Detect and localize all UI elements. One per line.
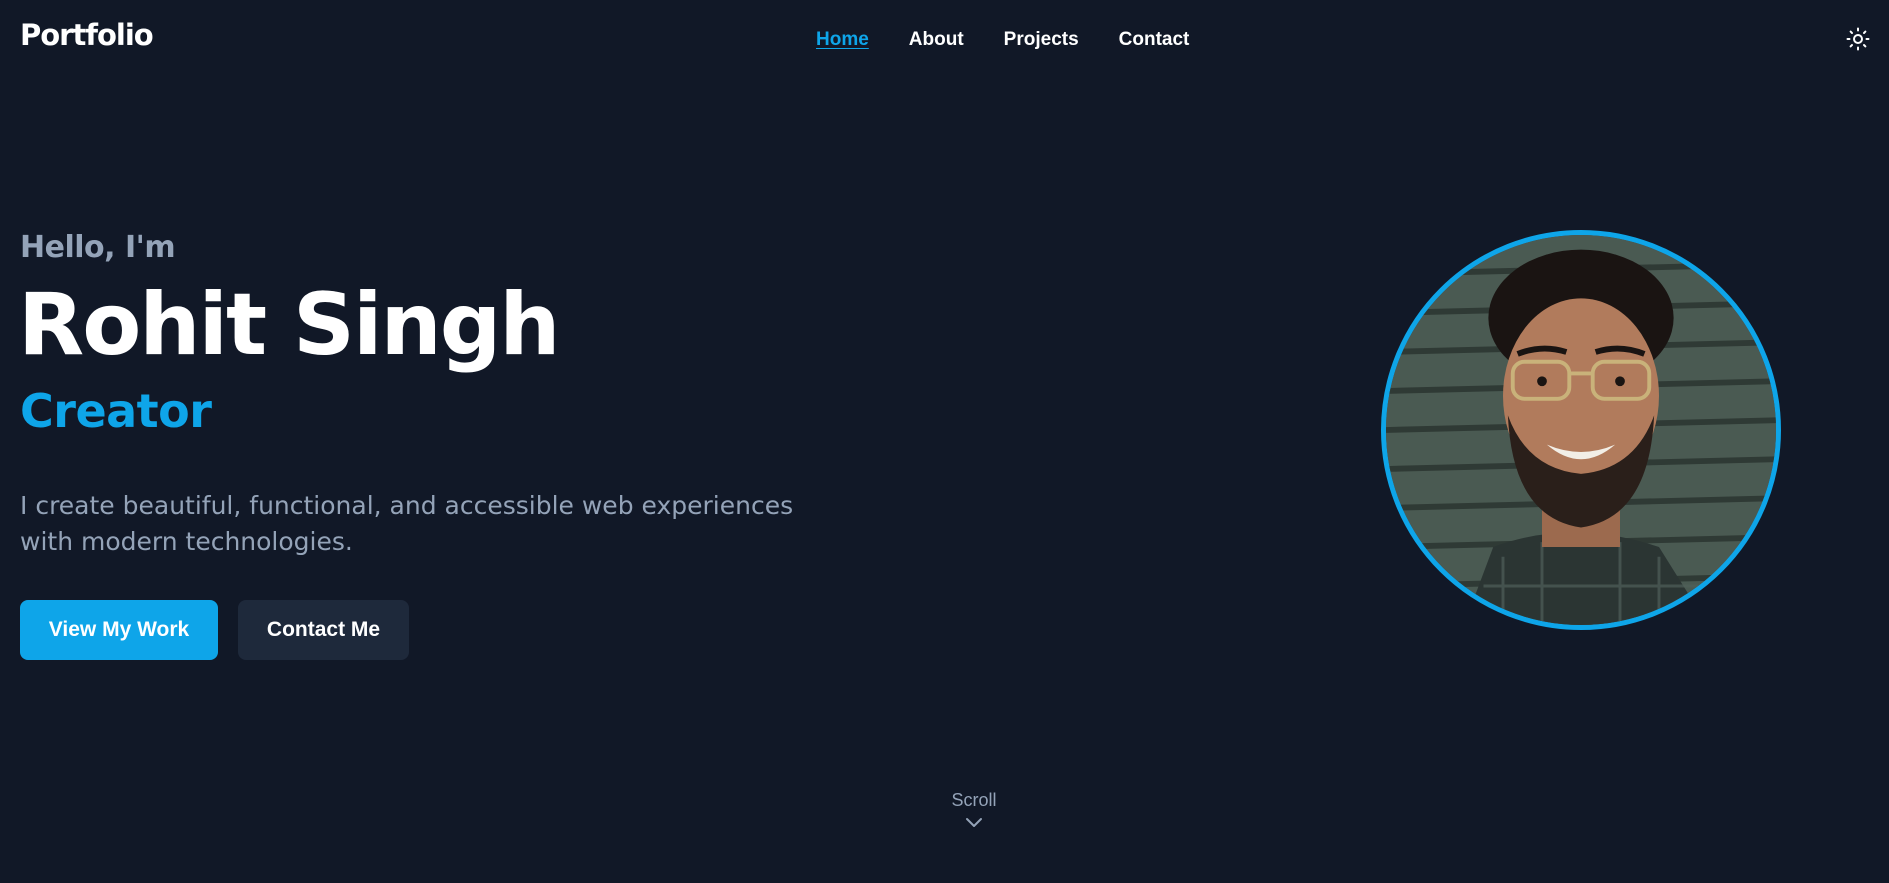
theme-toggle-button[interactable] <box>1843 24 1873 54</box>
site-logo[interactable]: Portfolio <box>20 18 154 52</box>
nav-about[interactable]: About <box>909 26 964 54</box>
site-header: Portfolio Home About Projects Contact <box>0 0 1889 80</box>
scroll-label: Scroll <box>951 790 997 810</box>
profile-avatar <box>1381 230 1781 630</box>
nav-home[interactable]: Home <box>816 26 869 54</box>
hero-role: Creator <box>20 384 212 438</box>
nav-projects[interactable]: Projects <box>1004 26 1079 54</box>
contact-me-button[interactable]: Contact Me <box>238 600 409 660</box>
main-nav: Home About Projects Contact <box>816 26 1189 54</box>
hero-tagline: I create beautiful, functional, and acce… <box>20 491 794 556</box>
sun-icon <box>1846 27 1870 51</box>
scroll-indicator[interactable]: Scroll <box>934 790 1014 829</box>
hero-greeting: Hello, I'm <box>20 230 176 265</box>
hero-name: Rohit Singh <box>18 275 560 375</box>
portfolio-page: Portfolio Home About Projects Contact He… <box>0 0 1889 883</box>
nav-contact[interactable]: Contact <box>1119 26 1190 54</box>
profile-photo <box>1386 235 1776 625</box>
view-my-work-button[interactable]: View My Work <box>20 600 218 660</box>
chevron-down-icon <box>966 818 982 827</box>
